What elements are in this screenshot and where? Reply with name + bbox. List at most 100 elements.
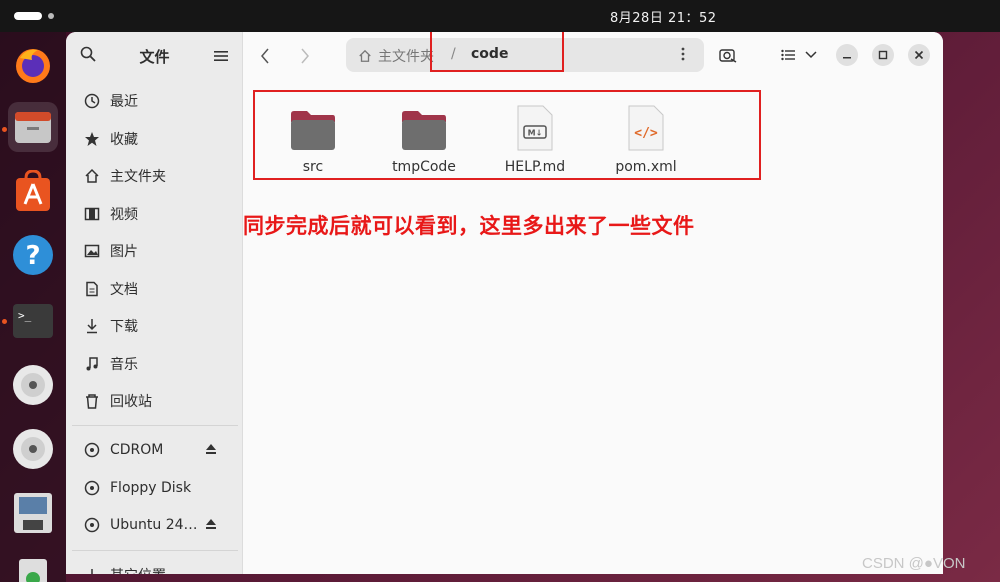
download-icon — [82, 316, 102, 336]
music-icon — [82, 354, 102, 374]
maximize-icon — [878, 50, 888, 60]
maximize-button[interactable] — [872, 44, 894, 66]
eject-icon — [206, 519, 216, 529]
vertical-dots-icon — [681, 47, 685, 61]
close-button[interactable] — [908, 44, 930, 66]
minimize-button[interactable] — [836, 44, 858, 66]
watermark: CSDN @●VON — [862, 555, 966, 572]
cdrom-icon — [13, 429, 53, 469]
file-name: src — [302, 159, 324, 175]
annotation-text: 同步完成后就可以看到，这里多出来了一些文件 — [243, 214, 695, 238]
files-window: 文件 最近 收藏 主文件夹 视频 图片 文档 下载 音乐 回收站 CDROM F… — [66, 32, 943, 574]
file-item-pom-xml[interactable]: </> pom.xml — [596, 100, 696, 175]
file-item-tmpcode[interactable]: tmpCode — [374, 100, 474, 175]
disc-icon — [82, 478, 102, 498]
file-name: tmpCode — [392, 159, 456, 175]
running-indicator — [2, 319, 7, 324]
dock-cdrom-2[interactable] — [8, 424, 58, 474]
activities-indicator[interactable] — [14, 12, 54, 20]
sidebar-item-floppy[interactable]: Floppy Disk — [78, 473, 236, 503]
dock: ? >_ — [0, 32, 66, 582]
document-icon — [82, 279, 102, 299]
sidebar-item-downloads[interactable]: 下载 — [78, 311, 236, 341]
sidebar-item-documents[interactable]: 文档 — [78, 274, 236, 304]
chevron-left-icon — [261, 48, 269, 64]
sidebar-item-label: 最近 — [110, 94, 138, 110]
sidebar-item-label: Ubuntu 24… — [110, 517, 198, 533]
sidebar-divider — [72, 425, 238, 426]
path-menu-button[interactable] — [681, 47, 685, 65]
help-icon: ? — [13, 235, 53, 275]
sidebar-item-other-locations[interactable]: 其它位置 — [78, 560, 236, 574]
workspace-active-indicator — [14, 12, 42, 20]
dock-firefox[interactable] — [8, 40, 58, 90]
breadcrumb-home[interactable]: 主文件夹 — [358, 46, 434, 66]
file-name: HELP.md — [504, 159, 566, 175]
svg-text:>_: >_ — [18, 309, 32, 322]
sidebar-item-home[interactable]: 主文件夹 — [78, 161, 236, 191]
sidebar-item-label: 下载 — [110, 319, 138, 335]
running-indicator — [2, 127, 7, 132]
dock-floppy[interactable] — [8, 488, 58, 538]
sidebar-item-starred[interactable]: 收藏 — [78, 124, 236, 154]
sidebar-item-label: 其它位置 — [110, 565, 166, 574]
xml-file-icon: </> — [628, 105, 664, 151]
sidebar-divider — [72, 550, 238, 551]
list-view-icon — [781, 49, 795, 61]
svg-text:</>: </> — [634, 126, 658, 141]
clock-icon — [82, 91, 102, 111]
folder-icon — [291, 111, 335, 150]
sidebar-item-label: Floppy Disk — [110, 480, 192, 496]
film-icon — [82, 204, 102, 224]
forward-button[interactable] — [293, 44, 317, 68]
trash-icon — [82, 391, 102, 411]
workspace-indicator — [48, 13, 54, 19]
sidebar-item-recent[interactable]: 最近 — [78, 86, 236, 116]
disc-icon — [82, 515, 102, 535]
sidebar-item-label: 文档 — [110, 282, 138, 298]
clock[interactable]: 8月28日 21：52 — [610, 7, 717, 26]
cdrom-icon — [13, 365, 53, 405]
floppy-icon — [14, 493, 52, 533]
disc-icon — [82, 440, 102, 460]
sidebar-item-music[interactable]: 音乐 — [78, 349, 236, 379]
dock-help[interactable]: ? — [8, 230, 58, 280]
eject-button[interactable] — [205, 443, 217, 459]
svg-text:M↓: M↓ — [528, 129, 543, 138]
dock-app-center[interactable] — [8, 166, 58, 216]
main-menu-button[interactable] — [214, 47, 228, 66]
svg-text:?: ? — [25, 241, 40, 271]
sidebar-item-videos[interactable]: 视频 — [78, 199, 236, 229]
chevron-down-icon — [805, 51, 817, 59]
eject-button[interactable] — [205, 518, 217, 534]
file-item-src[interactable]: src — [263, 100, 363, 175]
sidebar-item-ubuntu[interactable]: Ubuntu 24… — [78, 510, 236, 540]
sidebar-item-label: 图片 — [110, 244, 138, 260]
dock-trash[interactable] — [8, 550, 58, 582]
dock-cdrom[interactable] — [8, 360, 58, 410]
back-button[interactable] — [253, 44, 277, 68]
image-icon — [82, 241, 102, 261]
sidebar-item-label: 主文件夹 — [110, 169, 166, 185]
minimize-icon — [843, 57, 851, 59]
sidebar-item-pictures[interactable]: 图片 — [78, 236, 236, 266]
app-center-icon — [16, 170, 50, 211]
sidebar-item-trash[interactable]: 回收站 — [78, 386, 236, 416]
view-options-button[interactable] — [796, 40, 826, 70]
search-files-button[interactable] — [713, 40, 743, 70]
sidebar-header: 文件 — [66, 32, 242, 76]
sidebar-item-label: 视频 — [110, 207, 138, 223]
file-name: pom.xml — [615, 159, 677, 175]
markdown-file-icon: M↓ — [517, 105, 553, 151]
sidebar-item-cdrom[interactable]: CDROM — [78, 435, 236, 465]
top-bar: 8月28日 21：52 — [0, 0, 1000, 32]
dock-terminal[interactable]: >_ — [8, 296, 58, 346]
firefox-icon — [16, 49, 50, 83]
highlight-box-path — [430, 32, 564, 72]
file-item-help-md[interactable]: M↓ HELP.md — [485, 100, 585, 175]
dock-files[interactable] — [8, 102, 58, 152]
camera-search-icon — [719, 49, 737, 63]
star-icon — [82, 129, 102, 149]
sidebar: 文件 最近 收藏 主文件夹 视频 图片 文档 下载 音乐 回收站 CDROM F… — [66, 32, 243, 574]
trash-icon — [19, 559, 47, 582]
